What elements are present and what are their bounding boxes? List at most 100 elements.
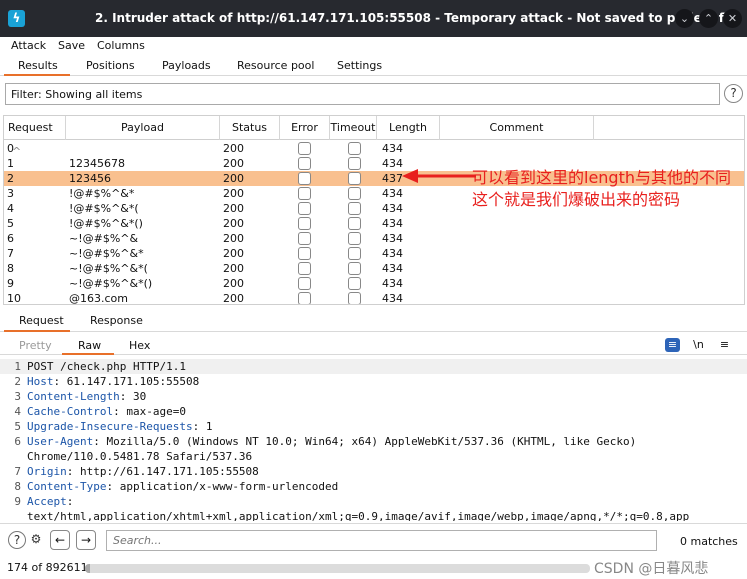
line-number: 1	[14, 360, 21, 373]
tab-positions[interactable]: Positions	[86, 59, 135, 72]
timeout-checkbox	[348, 202, 361, 215]
show-newlines-icon[interactable]: \n	[691, 338, 706, 352]
search-help-icon[interactable]: ?	[8, 531, 26, 549]
error-checkbox	[298, 247, 311, 260]
line-number: 5	[14, 420, 21, 433]
cell-status: 200	[223, 292, 244, 305]
cell-length: 434	[382, 217, 403, 230]
tab-payloads[interactable]: Payloads	[162, 59, 211, 72]
line-text: text/html,application/xhtml+xml,applicat…	[27, 509, 689, 521]
header-name: Accept	[27, 495, 67, 508]
line-text: Content-Length: 30	[27, 389, 146, 404]
table-row[interactable]: 10 @163.com 200 434	[4, 291, 744, 305]
cell-request: 6	[7, 232, 14, 245]
error-checkbox	[298, 232, 311, 245]
cell-length: 434	[382, 292, 403, 305]
table-row[interactable]: 7 ~!@#$%^&* 200 434	[4, 246, 744, 261]
editor-line: 8 Content-Type: application/x-www-form-ur…	[0, 479, 747, 494]
column-header-request[interactable]: Request ^	[4, 116, 66, 158]
table-row[interactable]: 9 ~!@#$%^&*() 200 434	[4, 276, 744, 291]
request-editor[interactable]: 1 POST /check.php HTTP/1.1 2 Host: 61.147.1…	[0, 359, 747, 521]
active-detail-tab-indicator	[4, 330, 70, 332]
timeout-checkbox	[348, 217, 361, 230]
cell-status: 200	[223, 277, 244, 290]
window-title: 2. Intruder attack of http://61.147.171.…	[95, 11, 740, 25]
tab-resource-pool[interactable]: Resource pool	[237, 59, 314, 72]
timeout-checkbox	[348, 232, 361, 245]
tab-results[interactable]: Results	[18, 59, 58, 72]
column-header-length[interactable]: Length	[377, 116, 440, 140]
error-checkbox	[298, 172, 311, 185]
tab-raw[interactable]: Raw	[78, 339, 101, 352]
tab-hex[interactable]: Hex	[129, 339, 150, 352]
tab-request[interactable]: Request	[19, 314, 64, 327]
line-text: Content-Type: application/x-www-form-url…	[27, 479, 338, 494]
column-header-error[interactable]: Error	[280, 116, 330, 140]
header-value: Chrome/110.0.5481.78 Safari/537.36	[27, 450, 253, 463]
timeout-checkbox	[348, 187, 361, 200]
editor-line: 5 Upgrade-Insecure-Requests: 1	[0, 419, 747, 434]
minimize-icon[interactable]: ⌄	[675, 9, 694, 28]
word-wrap-icon[interactable]: ≡	[665, 338, 680, 352]
cell-payload: ~!@#$%^&*()	[69, 277, 153, 290]
filter-bar[interactable]: Filter: Showing all items	[5, 83, 720, 105]
hamburger-menu-icon[interactable]: ≡	[717, 338, 732, 352]
line-number: 2	[14, 375, 21, 388]
timeout-checkbox	[348, 157, 361, 170]
menu-columns[interactable]: Columns	[97, 39, 145, 52]
editor-line: Chrome/110.0.5481.78 Safari/537.36	[0, 449, 747, 464]
column-header-payload[interactable]: Payload	[66, 116, 220, 140]
cell-length: 434	[382, 247, 403, 260]
table-row[interactable]: 0 200 434	[4, 141, 744, 156]
header-value: : http://61.147.171.105:55508	[66, 465, 259, 478]
table-row[interactable]: 5 !@#$%^&*() 200 434	[4, 216, 744, 231]
line-text: Cache-Control: max-age=0	[27, 404, 186, 419]
editor-line: 2 Host: 61.147.171.105:55508	[0, 374, 747, 389]
cell-request: 8	[7, 262, 14, 275]
active-view-tab-indicator	[62, 353, 114, 355]
table-row[interactable]: 6 ~!@#$%^& 200 434	[4, 231, 744, 246]
help-icon[interactable]: ?	[724, 84, 743, 103]
view-tabs: Pretty Raw Hex	[0, 335, 747, 355]
line-number: 8	[14, 480, 21, 493]
editor-line: text/html,application/xhtml+xml,applicat…	[0, 509, 747, 521]
header-value: : max-age=0	[113, 405, 186, 418]
header-value: text/html,application/xhtml+xml,applicat…	[27, 510, 690, 521]
error-checkbox	[298, 187, 311, 200]
header-value: : application/x-www-form-urlencoded	[106, 480, 339, 493]
timeout-checkbox	[348, 142, 361, 155]
cell-length: 434	[382, 202, 403, 215]
menu-bar: Attack Save Columns	[0, 37, 747, 56]
error-checkbox	[298, 202, 311, 215]
search-input[interactable]	[106, 530, 657, 551]
cell-payload: ~!@#$%^&*(	[69, 262, 148, 275]
next-match-button[interactable]: →	[76, 530, 96, 550]
cell-status: 200	[223, 157, 244, 170]
line-number: 7	[14, 465, 21, 478]
column-header-timeout[interactable]: Timeout	[330, 116, 377, 140]
previous-match-button[interactable]: ←	[50, 530, 70, 550]
tab-settings[interactable]: Settings	[337, 59, 382, 72]
progress-count: 174 of 892611	[7, 561, 88, 574]
line-number: 3	[14, 390, 21, 403]
menu-attack[interactable]: Attack	[11, 39, 46, 52]
cell-status: 200	[223, 187, 244, 200]
line-number: 4	[14, 405, 21, 418]
header-name: Cache-Control	[27, 405, 114, 418]
tab-pretty[interactable]: Pretty	[19, 339, 52, 352]
close-icon[interactable]: ✕	[723, 9, 742, 28]
maximize-icon[interactable]: ⌃	[699, 9, 718, 28]
settings-gear-icon[interactable]: ⚙	[27, 531, 45, 549]
line-text: Chrome/110.0.5481.78 Safari/537.36	[27, 449, 252, 464]
tab-response[interactable]: Response	[90, 314, 143, 327]
column-header-status[interactable]: Status	[220, 116, 280, 140]
status-bar: 174 of 892611 CSDN @日暮风悲	[0, 558, 747, 579]
column-header-comment[interactable]: Comment	[440, 116, 594, 140]
cell-length: 434	[382, 187, 403, 200]
progress-fill	[85, 564, 91, 573]
cell-payload: ~!@#$%^&*	[69, 247, 144, 260]
menu-save[interactable]: Save	[58, 39, 85, 52]
table-row[interactable]: 8 ~!@#$%^&*(200 434	[4, 261, 744, 276]
active-tab-indicator	[4, 74, 70, 76]
cell-status: 200	[223, 247, 244, 260]
